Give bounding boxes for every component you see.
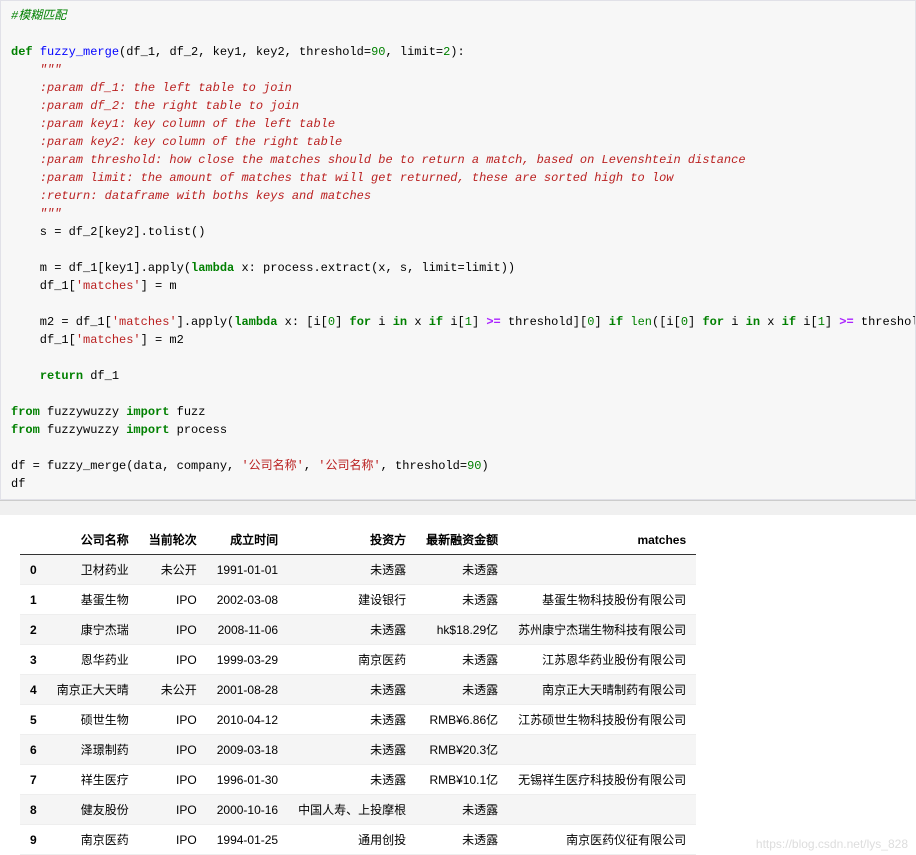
table-cell: 通用创投 <box>288 825 416 855</box>
table-row: 5硕世生物IPO2010-04-12未透露RMB¥6.86亿江苏硕世生物科技股份… <box>20 705 696 735</box>
table-cell: 1999-03-29 <box>207 645 288 675</box>
table-cell <box>508 795 696 825</box>
th-amount: 最新融资金额 <box>416 525 508 555</box>
table-cell: 2010-04-12 <box>207 705 288 735</box>
table-row: 1基蛋生物IPO2002-03-08建设银行未透露基蛋生物科技股份有限公司 <box>20 585 696 615</box>
table-cell: 6 <box>20 735 47 765</box>
table-cell: 江苏恩华药业股份有限公司 <box>508 645 696 675</box>
table-cell: 4 <box>20 675 47 705</box>
table-cell: 未透露 <box>416 645 508 675</box>
table-cell: 无锡祥生医疗科技股份有限公司 <box>508 765 696 795</box>
table-cell: 未透露 <box>416 675 508 705</box>
table-cell: IPO <box>139 615 207 645</box>
table-cell: 2001-08-28 <box>207 675 288 705</box>
table-cell: 泽璟制药 <box>47 735 139 765</box>
table-cell: 中国人寿、上投摩根 <box>288 795 416 825</box>
table-header-row: 公司名称 当前轮次 成立时间 投资方 最新融资金额 matches <box>20 525 696 555</box>
horizontal-scrollbar[interactable] <box>0 500 916 515</box>
table-cell: 未透露 <box>288 555 416 585</box>
table-cell: IPO <box>139 735 207 765</box>
fn-name: fuzzy_merge <box>40 45 119 59</box>
dataframe-table: 公司名称 当前轮次 成立时间 投资方 最新融资金额 matches 0卫材药业未… <box>20 525 696 855</box>
table-row: 9南京医药IPO1994-01-25通用创投未透露南京医药仪征有限公司 <box>20 825 696 855</box>
table-cell: 建设银行 <box>288 585 416 615</box>
table-cell: 2000-10-16 <box>207 795 288 825</box>
table-cell: IPO <box>139 585 207 615</box>
table-cell: 2 <box>20 615 47 645</box>
table-cell: 3 <box>20 645 47 675</box>
dataframe-output: 公司名称 当前轮次 成立时间 投资方 最新融资金额 matches 0卫材药业未… <box>0 515 916 855</box>
table-cell: 卫材药业 <box>47 555 139 585</box>
table-cell: 未透露 <box>288 705 416 735</box>
table-cell: 健友股份 <box>47 795 139 825</box>
th-company: 公司名称 <box>47 525 139 555</box>
table-row: 0卫材药业未公开1991-01-01未透露未透露 <box>20 555 696 585</box>
table-cell: RMB¥6.86亿 <box>416 705 508 735</box>
table-cell: RMB¥10.1亿 <box>416 765 508 795</box>
table-row: 7祥生医疗IPO1996-01-30未透露RMB¥10.1亿无锡祥生医疗科技股份… <box>20 765 696 795</box>
comment-line: #模糊匹配 <box>11 9 66 23</box>
table-cell: 0 <box>20 555 47 585</box>
table-cell: 康宁杰瑞 <box>47 615 139 645</box>
table-cell: 基蛋生物 <box>47 585 139 615</box>
table-cell: IPO <box>139 645 207 675</box>
table-cell: RMB¥20.3亿 <box>416 735 508 765</box>
table-cell: 江苏硕世生物科技股份有限公司 <box>508 705 696 735</box>
table-cell: 未透露 <box>288 765 416 795</box>
table-row: 2康宁杰瑞IPO2008-11-06未透露hk$18.29亿苏州康宁杰瑞生物科技… <box>20 615 696 645</box>
table-cell: 南京医药 <box>47 825 139 855</box>
th-founded: 成立时间 <box>207 525 288 555</box>
table-cell: 7 <box>20 765 47 795</box>
code-block: #模糊匹配 def fuzzy_merge(df_1, df_2, key1, … <box>0 0 916 500</box>
table-cell: 未透露 <box>416 795 508 825</box>
table-cell: 南京正大天晴 <box>47 675 139 705</box>
table-cell <box>508 735 696 765</box>
table-cell: 2009-03-18 <box>207 735 288 765</box>
table-cell: 5 <box>20 705 47 735</box>
table-cell: 硕世生物 <box>47 705 139 735</box>
th-round: 当前轮次 <box>139 525 207 555</box>
table-cell: IPO <box>139 825 207 855</box>
table-cell: 南京医药仪征有限公司 <box>508 825 696 855</box>
kw-def: def <box>11 45 33 59</box>
table-row: 4南京正大天晴未公开2001-08-28未透露未透露南京正大天晴制药有限公司 <box>20 675 696 705</box>
table-cell: IPO <box>139 765 207 795</box>
table-cell: 未透露 <box>416 585 508 615</box>
table-row: 3恩华药业IPO1999-03-29南京医药未透露江苏恩华药业股份有限公司 <box>20 645 696 675</box>
table-cell: 1991-01-01 <box>207 555 288 585</box>
table-cell: 南京医药 <box>288 645 416 675</box>
table-cell: 未透露 <box>416 555 508 585</box>
table-cell: IPO <box>139 705 207 735</box>
table-cell: 未透露 <box>288 615 416 645</box>
table-cell: 1996-01-30 <box>207 765 288 795</box>
table-cell: 苏州康宁杰瑞生物科技有限公司 <box>508 615 696 645</box>
table-cell: 未透露 <box>288 735 416 765</box>
table-cell: 未透露 <box>288 675 416 705</box>
table-cell: 祥生医疗 <box>47 765 139 795</box>
table-cell: hk$18.29亿 <box>416 615 508 645</box>
table-cell: IPO <box>139 795 207 825</box>
watermark: https://blog.csdn.net/lys_828 <box>756 837 908 851</box>
th-matches: matches <box>508 525 696 555</box>
table-cell <box>508 555 696 585</box>
table-row: 8健友股份IPO2000-10-16中国人寿、上投摩根未透露 <box>20 795 696 825</box>
table-cell: 未公开 <box>139 675 207 705</box>
th-index <box>20 525 47 555</box>
th-investor: 投资方 <box>288 525 416 555</box>
table-cell: 9 <box>20 825 47 855</box>
table-cell: 8 <box>20 795 47 825</box>
table-cell: 未公开 <box>139 555 207 585</box>
table-cell: 1994-01-25 <box>207 825 288 855</box>
table-cell: 1 <box>20 585 47 615</box>
table-cell: 2008-11-06 <box>207 615 288 645</box>
table-cell: 未透露 <box>416 825 508 855</box>
table-cell: 2002-03-08 <box>207 585 288 615</box>
table-cell: 基蛋生物科技股份有限公司 <box>508 585 696 615</box>
table-cell: 恩华药业 <box>47 645 139 675</box>
table-row: 6泽璟制药IPO2009-03-18未透露RMB¥20.3亿 <box>20 735 696 765</box>
table-cell: 南京正大天晴制药有限公司 <box>508 675 696 705</box>
